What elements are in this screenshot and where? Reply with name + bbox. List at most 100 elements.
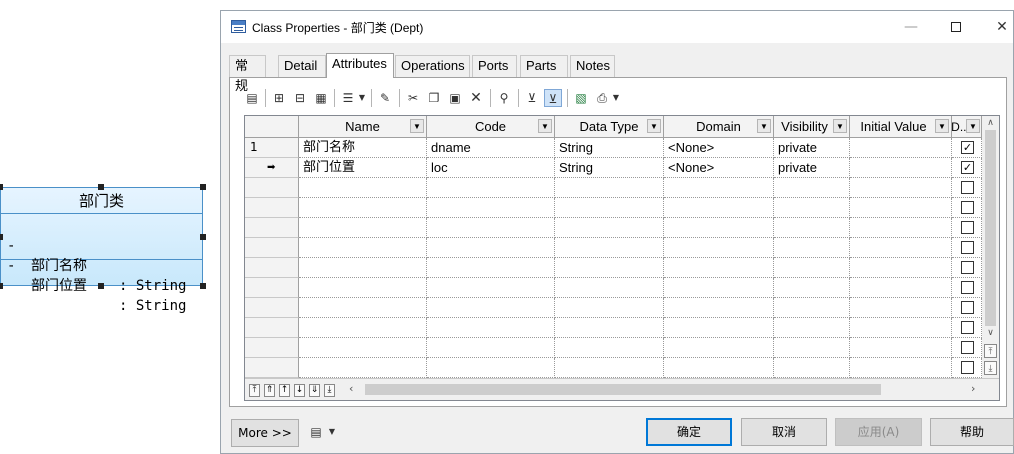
scroll-bottom-icon[interactable]: ⤓ xyxy=(984,361,997,375)
chevron-down-icon[interactable]: ▼ xyxy=(757,119,771,133)
cell-data-type[interactable] xyxy=(555,318,664,338)
cell-visibility[interactable] xyxy=(774,178,850,198)
filter-icon[interactable]: ⊻ xyxy=(523,89,541,107)
properties-icon[interactable]: ▤ xyxy=(243,89,261,107)
chevron-right-icon[interactable]: › xyxy=(971,382,975,395)
cell-visibility[interactable] xyxy=(774,298,850,318)
minimize-button[interactable]: — xyxy=(888,11,934,43)
cell-data-type[interactable] xyxy=(555,178,664,198)
cell-domain[interactable] xyxy=(664,178,774,198)
cell-name[interactable] xyxy=(299,218,427,238)
displayed-checkbox[interactable] xyxy=(961,301,974,314)
cancel-button[interactable]: 取消 xyxy=(741,418,827,446)
selection-handle[interactable] xyxy=(0,283,3,289)
templates-icon[interactable]: ▤ xyxy=(307,423,325,441)
cell-visibility[interactable] xyxy=(774,318,850,338)
column-header-domain[interactable]: Domain ▼ xyxy=(664,116,774,138)
more-button[interactable]: More >> xyxy=(231,419,299,447)
cell-name[interactable]: 部门位置 xyxy=(299,158,427,178)
cell-domain[interactable] xyxy=(664,258,774,278)
move-page-down-icon[interactable]: ⇓ xyxy=(309,384,320,397)
chevron-down-icon[interactable]: ▼ xyxy=(966,119,980,133)
cell-initial-value[interactable] xyxy=(850,278,952,298)
cell-initial-value[interactable] xyxy=(850,318,952,338)
uml-class-symbol[interactable]: 部门类 - 部门名称 : String - 部门位置 : String xyxy=(0,187,203,314)
cell-code[interactable] xyxy=(427,338,555,358)
cell-initial-value[interactable] xyxy=(850,198,952,218)
chevron-down-icon[interactable]: ▼ xyxy=(833,119,847,133)
cell-data-type[interactable] xyxy=(555,338,664,358)
copy-icon[interactable]: ❐ xyxy=(425,89,443,107)
selection-handle[interactable] xyxy=(200,184,206,190)
cell-code[interactable] xyxy=(427,358,555,378)
cell-domain[interactable] xyxy=(664,218,774,238)
cell-data-type[interactable] xyxy=(555,358,664,378)
cell-name[interactable] xyxy=(299,238,427,258)
cell-code[interactable] xyxy=(427,298,555,318)
row-header[interactable] xyxy=(245,338,299,358)
search-icon[interactable]: ⚲ xyxy=(495,89,513,107)
customize-columns-icon[interactable]: ☰ xyxy=(339,89,357,107)
chevron-down-icon[interactable]: ▼ xyxy=(935,119,949,133)
add-attributes-icon[interactable]: ▦ xyxy=(312,89,330,107)
displayed-checkbox[interactable] xyxy=(961,181,974,194)
move-top-icon[interactable]: ⤒ xyxy=(249,384,260,397)
selection-handle[interactable] xyxy=(0,234,3,240)
tab-general[interactable]: 常规 xyxy=(229,55,266,93)
tab-notes[interactable]: Notes xyxy=(570,55,615,77)
cell-data-type[interactable] xyxy=(555,238,664,258)
cell-name[interactable] xyxy=(299,258,427,278)
cell-visibility[interactable] xyxy=(774,238,850,258)
chevron-down-icon[interactable]: ▼ xyxy=(538,119,552,133)
find-icon[interactable]: ✎ xyxy=(376,89,394,107)
cell-code[interactable]: dname xyxy=(427,138,555,158)
maximize-button[interactable] xyxy=(933,11,979,43)
cell-data-type[interactable]: String xyxy=(555,138,664,158)
chevron-down-icon[interactable]: ▼ xyxy=(327,423,337,441)
chevron-down-icon[interactable]: ▼ xyxy=(647,119,661,133)
column-header-visibility[interactable]: Visibility ▼ xyxy=(774,116,850,138)
excel-export-icon[interactable]: ▧ xyxy=(572,89,590,107)
add-row-icon[interactable]: ⊞ xyxy=(270,89,288,107)
cell-domain[interactable]: <None> xyxy=(664,158,774,178)
cell-name[interactable]: 部门名称 xyxy=(299,138,427,158)
paste-icon[interactable]: ▣ xyxy=(446,89,464,107)
column-header-d[interactable]: D... ▼ xyxy=(951,116,982,138)
displayed-checkbox[interactable]: ✓ xyxy=(961,161,974,174)
row-header[interactable] xyxy=(245,218,299,238)
cell-code[interactable] xyxy=(427,258,555,278)
displayed-checkbox[interactable] xyxy=(961,341,974,354)
cell-name[interactable] xyxy=(299,358,427,378)
cell-domain[interactable] xyxy=(664,298,774,318)
cell-code[interactable] xyxy=(427,178,555,198)
cell-name[interactable] xyxy=(299,298,427,318)
scrollbar-thumb[interactable] xyxy=(985,130,996,326)
cell-domain[interactable] xyxy=(664,238,774,258)
cell-visibility[interactable] xyxy=(774,338,850,358)
tab-detail[interactable]: Detail xyxy=(278,55,326,77)
row-header[interactable] xyxy=(245,298,299,318)
selection-handle[interactable] xyxy=(98,283,104,289)
cell-visibility[interactable]: private xyxy=(774,158,850,178)
move-page-up-icon[interactable]: ⇑ xyxy=(264,384,275,397)
row-header[interactable]: ➡ xyxy=(245,158,299,178)
cell-domain[interactable] xyxy=(664,358,774,378)
column-header-name[interactable]: Name ▼ xyxy=(299,116,427,138)
print-icon[interactable]: ⎙ xyxy=(593,89,611,107)
row-header[interactable] xyxy=(245,198,299,218)
tab-ports[interactable]: Ports xyxy=(472,55,517,77)
selection-handle[interactable] xyxy=(200,283,206,289)
cell-name[interactable] xyxy=(299,278,427,298)
cell-visibility[interactable] xyxy=(774,198,850,218)
cell-initial-value[interactable] xyxy=(850,218,952,238)
chevron-down-icon[interactable]: ∨ xyxy=(982,326,999,340)
cell-code[interactable] xyxy=(427,198,555,218)
cell-domain[interactable] xyxy=(664,278,774,298)
toggle-filter-icon[interactable]: ⊻ xyxy=(544,89,562,107)
tab-parts[interactable]: Parts xyxy=(520,55,568,77)
move-down-icon[interactable]: ↓ xyxy=(294,384,305,397)
cell-domain[interactable] xyxy=(664,318,774,338)
selection-handle[interactable] xyxy=(0,184,3,190)
displayed-checkbox[interactable] xyxy=(961,321,974,334)
displayed-checkbox[interactable] xyxy=(961,361,974,374)
